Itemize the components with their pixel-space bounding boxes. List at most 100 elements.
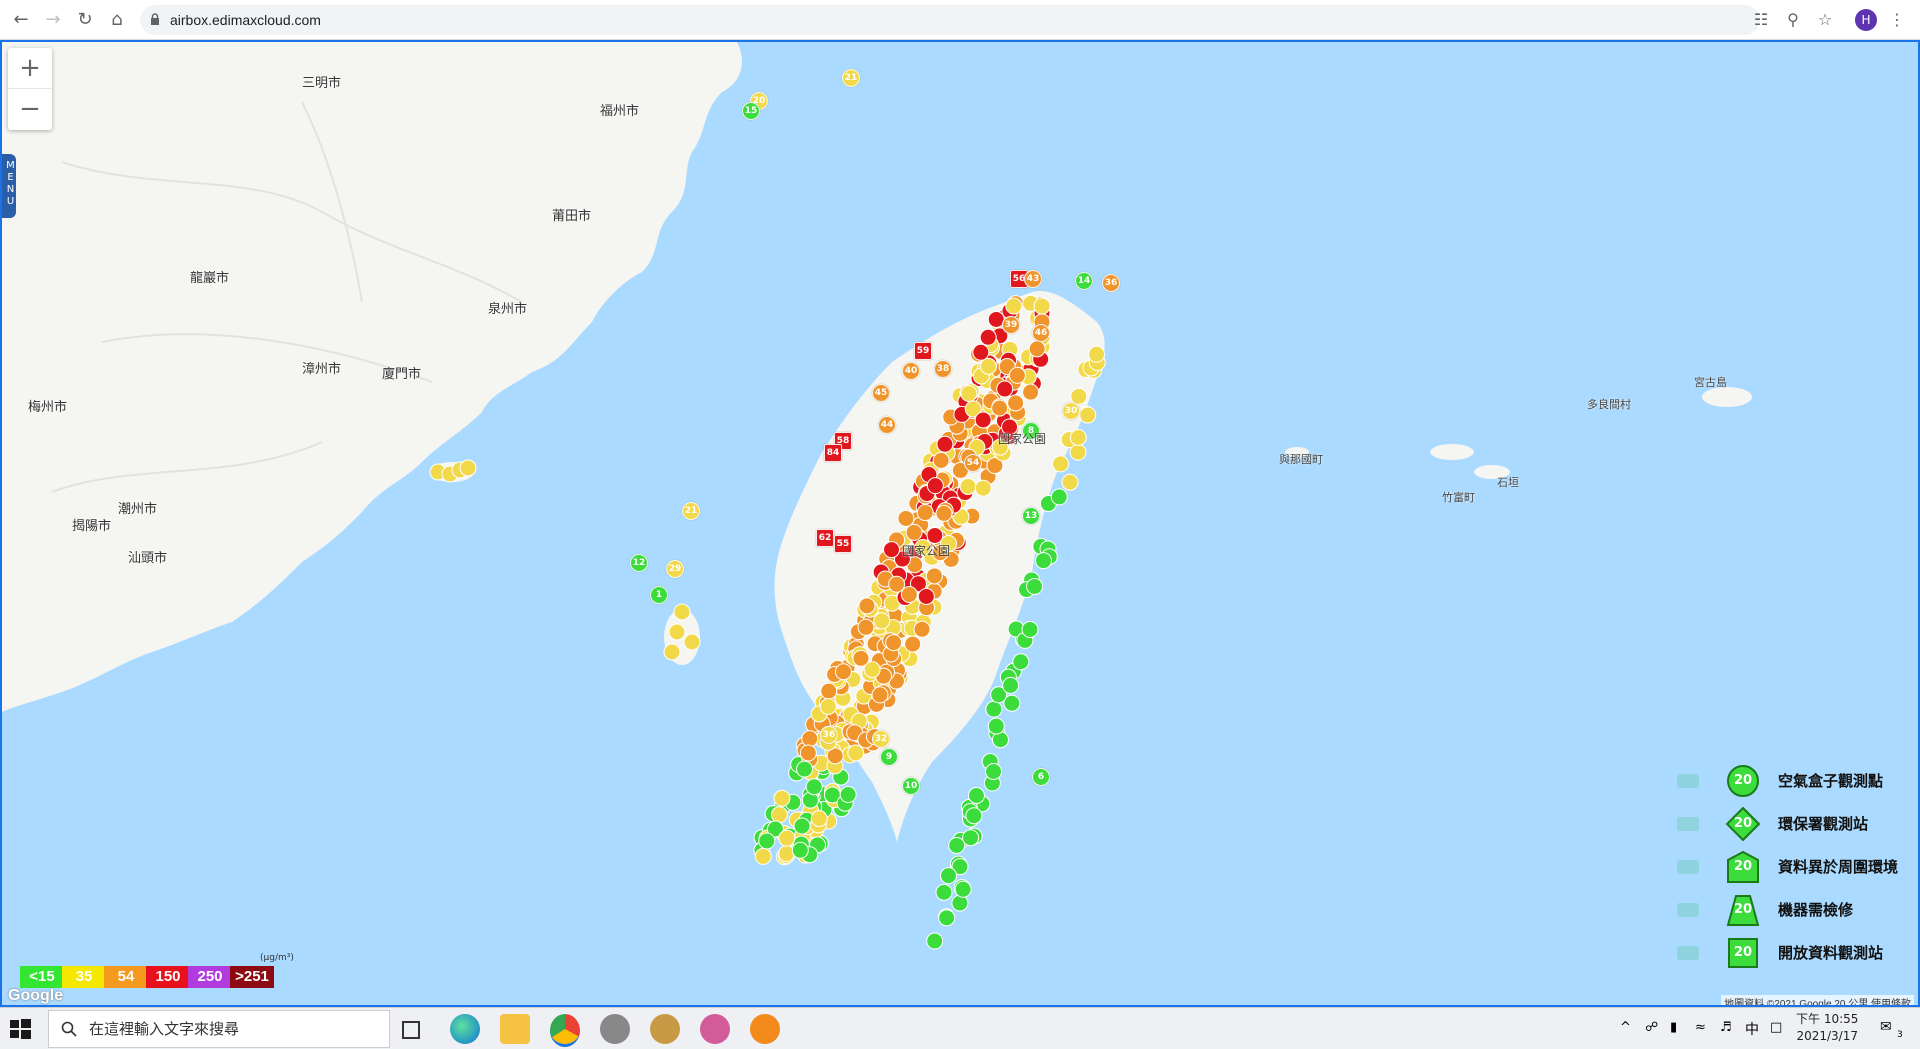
sensor-marker[interactable]: 13 bbox=[1022, 507, 1040, 525]
edge-icon[interactable] bbox=[450, 1014, 480, 1044]
island-label: 石垣 bbox=[1497, 477, 1519, 489]
ime-mode-icon[interactable]: □ bbox=[1770, 1020, 1782, 1035]
legend-label: 開放資料觀測站 bbox=[1778, 944, 1884, 962]
bookmark-star-icon[interactable]: ☆ bbox=[1814, 9, 1836, 31]
lock-icon bbox=[151, 13, 159, 25]
sensor-marker[interactable]: 30 bbox=[1062, 402, 1080, 420]
government-building-icon bbox=[1674, 811, 1702, 835]
translate-icon[interactable]: ☷ bbox=[1750, 9, 1772, 31]
sensor-marker[interactable]: 10 bbox=[902, 777, 920, 795]
legend-marker-value: 20 bbox=[1733, 859, 1753, 874]
profile-avatar[interactable]: H bbox=[1855, 9, 1877, 31]
sensor-marker[interactable]: 6 bbox=[1032, 768, 1050, 786]
app-icon[interactable] bbox=[650, 1014, 680, 1044]
wifi-icon[interactable]: ≈ bbox=[1695, 1020, 1706, 1035]
clock[interactable]: 下午 10:55 2021/3/17 bbox=[1796, 1011, 1858, 1045]
chrome-icon[interactable] bbox=[550, 1014, 580, 1047]
search-icon bbox=[61, 1021, 77, 1037]
forward-icon[interactable]: → bbox=[42, 9, 64, 31]
sensor-marker[interactable]: 36 bbox=[820, 726, 838, 744]
legend-marker-circle: 20 bbox=[1726, 764, 1760, 798]
windows-start-icon[interactable] bbox=[8, 1017, 32, 1041]
app-icon[interactable] bbox=[600, 1014, 630, 1044]
island-label: 多良間村 bbox=[1587, 399, 1631, 411]
task-view-icon[interactable] bbox=[402, 1021, 420, 1039]
url-text: airbox.edimaxcloud.com bbox=[170, 12, 321, 28]
city-label: 潮州市 bbox=[118, 501, 158, 516]
home-icon[interactable]: ⌂ bbox=[106, 9, 128, 31]
legend-marker-value: 20 bbox=[1733, 816, 1753, 831]
legend-item: 20 機器需檢修 bbox=[1662, 891, 1912, 934]
more-menu-icon[interactable]: ⋮ bbox=[1886, 9, 1908, 31]
city-label: 三明市 bbox=[302, 75, 342, 90]
app-icon[interactable] bbox=[700, 1014, 730, 1044]
sensor-marker[interactable]: 9 bbox=[880, 748, 898, 766]
sensor-marker[interactable]: 32 bbox=[872, 730, 890, 748]
house-icon bbox=[1674, 854, 1702, 878]
legend-item: 20 空氣盒子觀測點 bbox=[1662, 762, 1912, 805]
sensor-marker[interactable]: 38 bbox=[934, 360, 952, 378]
sensor-marker[interactable]: 21 bbox=[682, 502, 700, 520]
scale-band: 150 bbox=[146, 966, 190, 988]
menu-tab[interactable]: MENU bbox=[2, 154, 16, 218]
map-canvas[interactable]: 三明市 福州市 莆田市 龍巖市 泉州市 漳州市 廈門市 梅州市 潮州市 揭陽市 汕頭市 宮古島 多良間… bbox=[0, 40, 1920, 1007]
sensor-marker[interactable]: 45 bbox=[872, 384, 890, 402]
scale-band: >251 bbox=[230, 966, 274, 988]
zoom-in-button[interactable]: + bbox=[8, 48, 52, 89]
network-icon[interactable]: ☍ bbox=[1645, 1020, 1658, 1035]
sensor-marker[interactable]: 21 bbox=[842, 69, 860, 87]
city-label: 揭陽市 bbox=[72, 518, 112, 533]
legend-label: 空氣盒子觀測點 bbox=[1778, 772, 1884, 790]
windows-taskbar: 在這裡輸入文字來搜尋 ^ ☍ ▮ ≈ ♬ 中 □ 下午 10:55 2021/3/… bbox=[0, 1007, 1920, 1049]
sensor-marker[interactable]: 15 bbox=[742, 102, 760, 120]
clock-date: 2021/3/17 bbox=[1796, 1029, 1858, 1043]
sensor-marker[interactable]: 14 bbox=[1075, 272, 1093, 290]
taskbar-search[interactable]: 在這裡輸入文字來搜尋 bbox=[48, 1010, 390, 1048]
open-data-icon bbox=[1674, 940, 1702, 964]
sensor-marker[interactable]: 12 bbox=[630, 554, 648, 572]
airbox-icon bbox=[1674, 768, 1702, 792]
legend-marker-pentagon: 20 bbox=[1726, 850, 1760, 884]
zoom-out-button[interactable]: − bbox=[8, 89, 52, 129]
legend-item: 20 環保署觀測站 bbox=[1662, 805, 1912, 848]
sensor-marker[interactable]: 39 bbox=[1002, 316, 1020, 334]
legend-marker-diamond: 20 bbox=[1725, 806, 1761, 842]
sensor-marker[interactable]: 84 bbox=[824, 444, 842, 462]
zoom-icon[interactable]: ⚲ bbox=[1782, 9, 1804, 31]
scale-band: 54 bbox=[104, 966, 148, 988]
city-label: 龍巖市 bbox=[190, 270, 230, 285]
legend: 20 空氣盒子觀測點 20 環保署觀測站 20 資料異於周圍環境 20 機器需檢修 20 開放資料… bbox=[1662, 762, 1912, 977]
city-label: 廈門市 bbox=[382, 366, 422, 381]
google-logo: Google bbox=[8, 987, 64, 1004]
sensor-marker[interactable]: 43 bbox=[1024, 270, 1042, 288]
back-icon[interactable]: ← bbox=[10, 9, 32, 31]
notification-icon[interactable]: ✉ bbox=[1880, 1019, 1892, 1035]
legend-item: 20 開放資料觀測站 bbox=[1662, 934, 1912, 977]
browser-toolbar: ← → ↻ ⌂ airbox.edimaxcloud.com ☷ ⚲ ☆ H ⋮ bbox=[0, 0, 1920, 40]
sensor-marker[interactable]: 46 bbox=[1032, 324, 1050, 342]
legend-label: 機器需檢修 bbox=[1778, 901, 1854, 919]
address-bar[interactable]: airbox.edimaxcloud.com bbox=[140, 5, 1760, 35]
sensor-marker[interactable]: 59 bbox=[914, 342, 932, 360]
park-label: 國家公園 bbox=[902, 544, 951, 558]
city-label: 泉州市 bbox=[488, 301, 528, 316]
ime-indicator[interactable]: 中 bbox=[1745, 1019, 1759, 1039]
map-attribution[interactable]: 地圖資料 ©2021 Google 20 公里 使用條款 bbox=[1721, 995, 1914, 1005]
file-explorer-icon[interactable] bbox=[500, 1014, 530, 1044]
sensor-marker[interactable]: 54 bbox=[964, 454, 982, 472]
tray-chevron-icon[interactable]: ^ bbox=[1620, 1020, 1631, 1035]
city-label: 梅州市 bbox=[28, 399, 68, 414]
sensor-marker[interactable]: 36 bbox=[1102, 274, 1120, 292]
sensor-marker[interactable]: 55 bbox=[834, 535, 852, 553]
battery-icon[interactable]: ▮ bbox=[1670, 1020, 1677, 1035]
sensor-marker[interactable]: 44 bbox=[878, 416, 896, 434]
city-label: 漳州市 bbox=[302, 361, 342, 376]
sensor-marker[interactable]: 40 bbox=[902, 362, 920, 380]
reload-icon[interactable]: ↻ bbox=[74, 9, 96, 31]
blender-icon[interactable] bbox=[750, 1014, 780, 1044]
sensor-marker[interactable]: 1 bbox=[650, 586, 668, 604]
sensor-marker[interactable]: 62 bbox=[816, 529, 834, 547]
park-label: 國家公園 bbox=[998, 432, 1047, 446]
volume-icon[interactable]: ♬ bbox=[1720, 1020, 1732, 1035]
sensor-marker[interactable]: 29 bbox=[666, 560, 684, 578]
